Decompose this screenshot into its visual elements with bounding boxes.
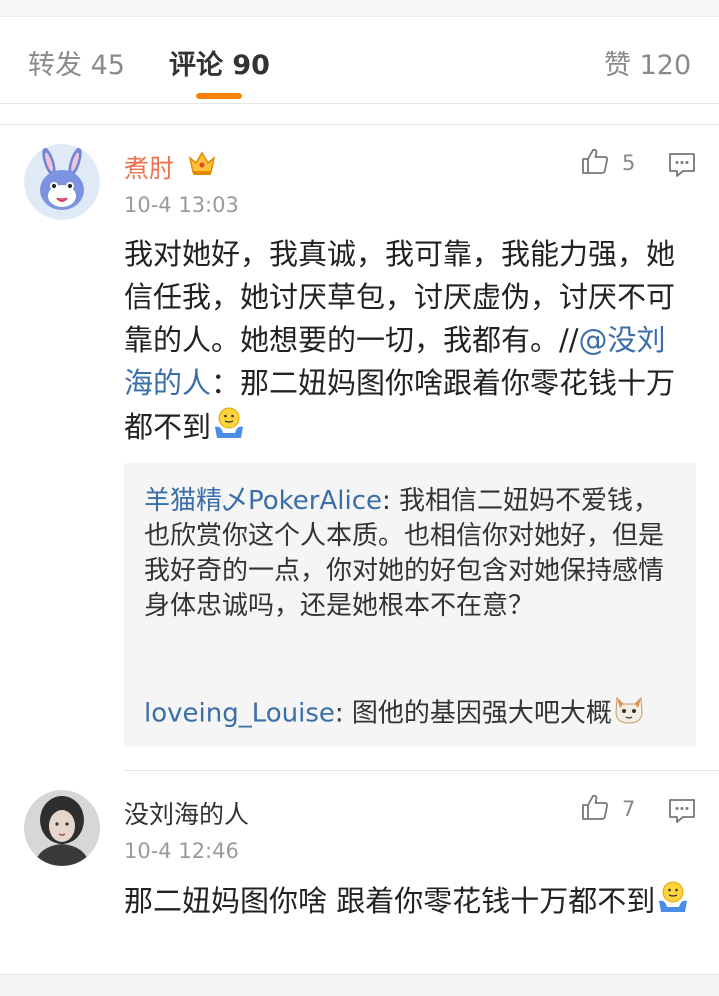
avatar[interactable] (24, 144, 100, 220)
shrug-emoji-icon (655, 879, 691, 927)
reply-username[interactable]: 羊猫精乄PokerAlice (144, 486, 382, 516)
comment-divider (124, 770, 719, 771)
tab-likes[interactable]: 赞 120 (604, 43, 691, 82)
reply-text: : 图他的基因强大吧大概 (334, 698, 612, 729)
comment-text-body: 那二妞妈图你啥 跟着你零花钱十万都不到 (124, 884, 656, 918)
comment-reply-icon[interactable] (667, 796, 697, 830)
reply-item: loveing_Louise: 图他的基因强大吧大概 (144, 692, 684, 736)
comment-text: 我对她好，我真诚，我可靠，我能力强，她信任我，她讨厌草包，讨厌虚伪，讨厌不可靠的… (124, 233, 692, 453)
thumbs-up-icon (580, 792, 610, 826)
active-tab-indicator (196, 93, 242, 99)
like-count: 5 (622, 151, 636, 175)
comment-time: 10-4 13:03 (124, 193, 239, 217)
username[interactable]: 没刘海的人 (124, 795, 249, 831)
username[interactable]: 煮肘 (124, 149, 174, 185)
reply-item: 羊猫精乄PokerAlice: 我相信二妞妈不爱钱，也欣赏你这个人本质。也相信你… (144, 484, 684, 624)
shrug-emoji-icon (211, 405, 247, 453)
tab-bar: 转发 45 评论 90 赞 120 (0, 17, 719, 104)
comment-reply-icon[interactable] (667, 150, 697, 184)
cat-face-emoji-icon (612, 692, 646, 736)
thumbs-up-icon (580, 146, 610, 180)
top-edge-bar (0, 0, 719, 17)
like-button[interactable]: 5 (580, 146, 635, 180)
bottom-edge-bar (0, 974, 719, 996)
reply-username[interactable]: loveing_Louise (144, 699, 335, 729)
avatar[interactable] (24, 790, 100, 866)
vip-crown-icon (187, 148, 217, 182)
section-divider (0, 124, 719, 125)
comment-time: 10-4 12:46 (124, 839, 239, 863)
tab-comments[interactable]: 评论 90 (169, 43, 270, 82)
reply-thread: 羊猫精乄PokerAlice: 我相信二妞妈不爱钱，也欣赏你这个人本质。也相信你… (124, 463, 696, 747)
like-count: 7 (622, 797, 636, 821)
tab-repost[interactable]: 转发 45 (28, 43, 125, 82)
like-button[interactable]: 7 (580, 792, 635, 826)
comment-text: 那二妞妈图你啥 跟着你零花钱十万都不到 (124, 879, 692, 927)
